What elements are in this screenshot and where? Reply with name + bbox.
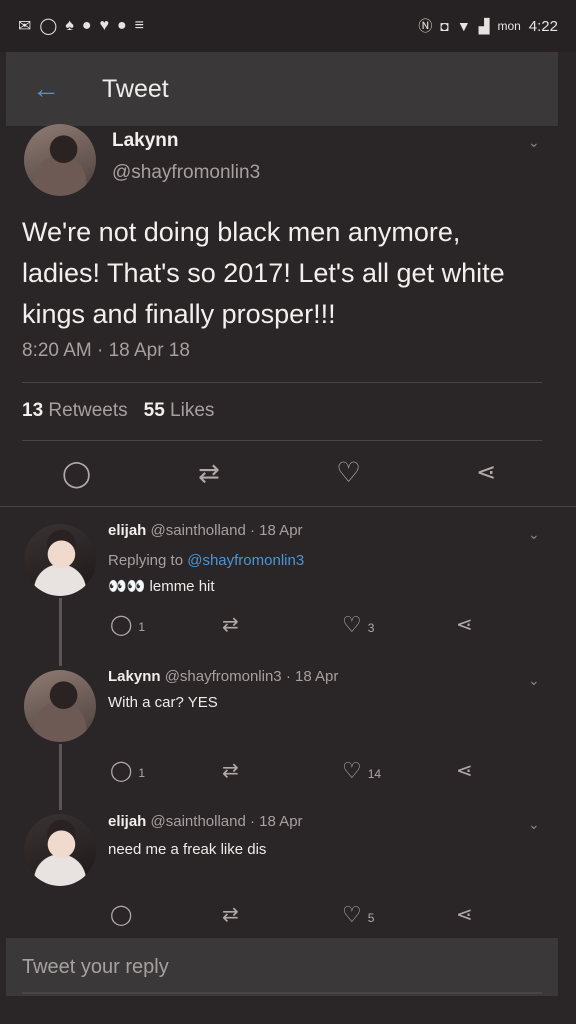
like-icon: ♡: [342, 612, 362, 637]
retweets-stat[interactable]: 13 Retweets: [22, 400, 128, 422]
share-icon[interactable]: ⋖: [456, 612, 473, 637]
mail-icon: ✉: [18, 18, 32, 35]
reply-composer: [6, 938, 558, 996]
reply-input[interactable]: [22, 955, 522, 979]
divider: [0, 506, 576, 507]
vibrate-icon: ◘: [440, 18, 449, 34]
reply-icon[interactable]: ◯: [62, 458, 91, 489]
retweets-count: 13: [22, 400, 44, 421]
likes-count: 55: [143, 400, 165, 421]
page-title: Tweet: [102, 74, 169, 103]
nfc-icon: Ⓝ: [418, 18, 433, 34]
chevron-down-icon[interactable]: ⌄: [528, 134, 540, 151]
divider: [22, 992, 542, 994]
reply-count: 1: [138, 766, 146, 780]
reply-author-handle[interactable]: @shayfromonlin3: [165, 668, 282, 685]
like-icon: ♡: [342, 902, 362, 927]
avatar[interactable]: [24, 814, 96, 886]
location-icon: ●: [81, 17, 92, 34]
reply-text: With a car? YES: [108, 694, 218, 711]
reply-text: 👀👀 lemme hit: [108, 578, 215, 595]
divider: [22, 382, 542, 383]
like-count: 3: [367, 621, 375, 635]
replying-to-link[interactable]: @shayfromonlin3: [187, 552, 304, 569]
likes-label: Likes: [170, 400, 215, 421]
notification-icons: ✉ ◯ ♠ ● ♥ ● ≡: [18, 16, 144, 36]
reply-icon: ◯: [110, 760, 133, 782]
retweets-label: Retweets: [48, 400, 128, 421]
reply-author-handle[interactable]: @saintholland: [151, 813, 246, 830]
reply-author-handle[interactable]: @saintholland: [151, 522, 246, 539]
reply-author-name[interactable]: elijah: [108, 522, 146, 539]
reply-icon[interactable]: ◯: [110, 902, 132, 927]
clock: 4:22: [528, 17, 558, 35]
avatar[interactable]: [24, 524, 96, 596]
like-icon[interactable]: ♡: [336, 456, 361, 489]
chat-icon: ●: [116, 17, 127, 34]
author-name[interactable]: Lakynn: [112, 130, 179, 152]
retweet-icon[interactable]: ⇄: [222, 902, 239, 927]
like-action[interactable]: ♡ 3: [342, 612, 374, 638]
reply-date: · 18 Apr: [250, 813, 303, 830]
chevron-down-icon[interactable]: ⌄: [528, 816, 540, 833]
share-icon[interactable]: ⋖: [476, 458, 496, 487]
tweet-timestamp: 8:20 AM · 18 Apr 18: [22, 340, 190, 361]
reply-header: elijah @saintholland · 18 Apr: [108, 522, 303, 539]
share-icon[interactable]: ⋖: [456, 758, 473, 783]
snapchat-icon: ♠: [65, 17, 74, 34]
reply-action[interactable]: ◯ 1: [110, 612, 145, 637]
avatar[interactable]: [24, 670, 96, 742]
reply-date: · 18 Apr: [250, 522, 303, 539]
tweet-text: We're not doing black men anymore, ladie…: [22, 217, 505, 329]
avatar[interactable]: [24, 124, 96, 196]
like-action[interactable]: ♡ 14: [342, 758, 381, 784]
carrier-label: mon: [497, 19, 521, 33]
status-bar: ✉ ◯ ♠ ● ♥ ● ≡ Ⓝ ◘ ▼ ▟ mon 4:22: [0, 0, 576, 52]
like-action[interactable]: ♡ 5: [342, 902, 374, 928]
reply-header: elijah @saintholland · 18 Apr: [108, 813, 303, 830]
wifi-icon: ▼: [456, 18, 471, 34]
like-icon: ♡: [342, 758, 362, 783]
like-count: 5: [367, 911, 375, 925]
reply-action[interactable]: ◯ 1: [110, 758, 145, 783]
reply-count: 1: [138, 620, 146, 634]
reply-author-name[interactable]: Lakynn: [108, 668, 161, 685]
retweet-icon[interactable]: ⇄: [222, 758, 239, 783]
reply-author-name[interactable]: elijah: [108, 813, 146, 830]
back-arrow-icon[interactable]: ←: [32, 75, 72, 103]
chevron-down-icon[interactable]: ⌄: [528, 526, 540, 543]
replying-to: Replying to @shayfromonlin3: [108, 552, 304, 569]
author-handle[interactable]: @shayfromonlin3: [112, 162, 260, 184]
thread-line: [59, 744, 62, 810]
like-count: 14: [367, 767, 382, 781]
system-icons: Ⓝ ◘ ▼ ▟ mon 4:22: [418, 16, 558, 36]
cast-icon: ≡: [134, 17, 144, 34]
thread-line: [59, 598, 62, 666]
tweet-stats: 13 Retweets 55 Likes: [22, 400, 214, 422]
retweet-icon[interactable]: ⇄: [198, 458, 220, 489]
chevron-down-icon[interactable]: ⌄: [528, 672, 540, 689]
reply-date: · 18 Apr: [285, 668, 339, 685]
retweet-icon[interactable]: ⇄: [222, 612, 239, 637]
divider: [22, 440, 542, 441]
app-bar: ← Tweet: [6, 52, 558, 126]
share-icon[interactable]: ⋖: [456, 902, 473, 927]
likes-stat[interactable]: 55 Likes: [144, 400, 215, 422]
twitter-icon: ♥: [99, 17, 109, 34]
replying-prefix: Replying to: [108, 552, 184, 569]
reply-header: Lakynn @shayfromonlin3 · 18 Apr: [108, 668, 338, 685]
reply-icon: ◯: [110, 614, 133, 636]
signal-icon: ▟: [478, 17, 490, 34]
whatsapp-icon: ◯: [39, 18, 58, 35]
reply-text: need me a freak like dis: [108, 841, 267, 858]
